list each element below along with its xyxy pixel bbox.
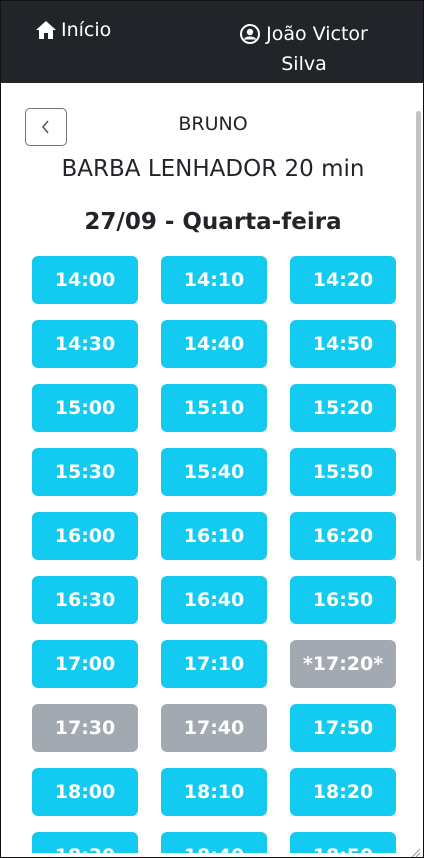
scrollbar-thumb[interactable] (416, 111, 421, 561)
nav-user-name-first: João Victor (266, 23, 368, 45)
time-slot-button[interactable]: 14:10 (161, 256, 267, 304)
time-slot-button[interactable]: 15:30 (32, 448, 138, 496)
time-slot-button[interactable]: 17:00 (32, 640, 138, 688)
time-slot-button[interactable]: 16:00 (32, 512, 138, 560)
scrollbar[interactable] (415, 83, 423, 853)
time-slot-button[interactable]: 18:20 (290, 768, 396, 816)
time-slot-button[interactable]: 14:50 (290, 320, 396, 368)
booking-content: BRUNO BARBA LENHADOR 20 min 27/09 - Quar… (9, 83, 415, 853)
selected-date: 27/09 - Quarta-feira (84, 209, 342, 235)
time-slot-button[interactable]: 15:40 (161, 448, 267, 496)
time-slot-button[interactable]: 14:20 (290, 256, 396, 304)
time-slot-button[interactable]: 18:40 (161, 832, 267, 853)
time-slot-button[interactable]: 18:50 (290, 832, 396, 853)
time-slot-button[interactable]: 16:40 (161, 576, 267, 624)
nav-user-name-second: Silva (281, 53, 327, 75)
time-slot-button[interactable]: 15:10 (161, 384, 267, 432)
time-slot-button[interactable]: 17:40 (161, 704, 267, 752)
time-slot-button[interactable]: *17:20* (290, 640, 396, 688)
time-slot-button[interactable]: 17:30 (32, 704, 138, 752)
time-slot-button[interactable]: 15:50 (290, 448, 396, 496)
nav-home-label: Início (61, 19, 112, 41)
home-icon (35, 20, 57, 40)
time-slot-button[interactable]: 18:30 (32, 832, 138, 853)
resize-grip-icon (409, 843, 421, 857)
time-slot-button[interactable]: 17:50 (290, 704, 396, 752)
time-slot-button[interactable]: 14:40 (161, 320, 267, 368)
time-slot-button[interactable]: 16:30 (32, 576, 138, 624)
app-frame: Início João Victor Silva BRUNO BARBA LEN… (0, 0, 424, 858)
time-slot-button[interactable]: 17:10 (161, 640, 267, 688)
time-slot-button[interactable]: 16:10 (161, 512, 267, 560)
time-slot-button[interactable]: 18:10 (161, 768, 267, 816)
navbar: Início João Victor Silva (1, 1, 423, 83)
user-circle-icon (240, 24, 261, 44)
time-slot-button[interactable]: 15:00 (32, 384, 138, 432)
time-slot-grid: 14:00 14:10 14:20 14:30 14:40 14:50 15:00 15:10… (32, 256, 396, 853)
time-slot-button[interactable]: 15:20 (290, 384, 396, 432)
barber-name: BRUNO (178, 113, 248, 135)
time-slot-button[interactable]: 16:50 (290, 576, 396, 624)
time-slot-button[interactable]: 16:20 (290, 512, 396, 560)
time-slot-button[interactable]: 14:00 (32, 256, 138, 304)
nav-user-menu[interactable]: João Victor Silva (229, 19, 379, 79)
time-slot-button[interactable]: 14:30 (32, 320, 138, 368)
service-title: BARBA LENHADOR 20 min (61, 156, 365, 182)
time-slot-button[interactable]: 18:00 (32, 768, 138, 816)
nav-home-link[interactable]: Início (35, 19, 111, 41)
